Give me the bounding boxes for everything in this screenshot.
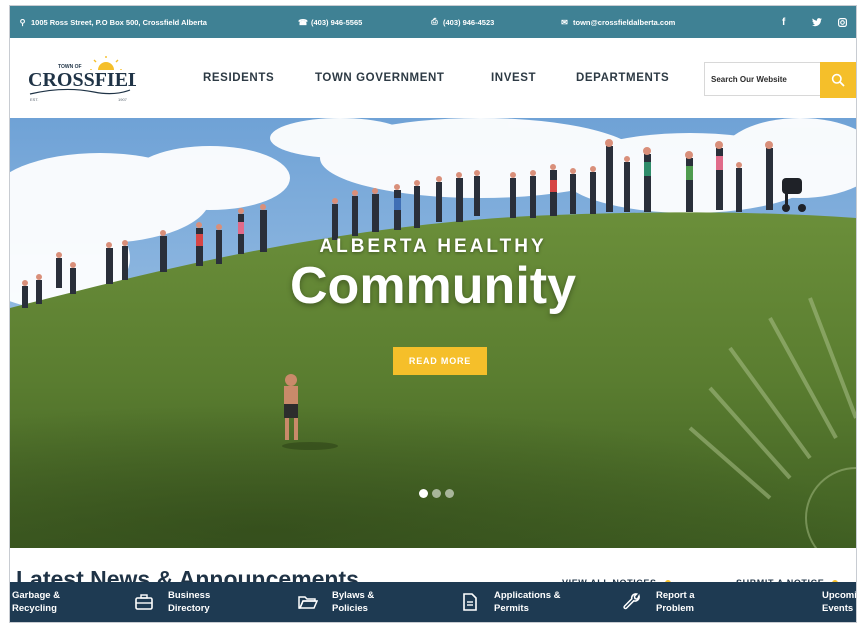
- quick-link-label: Applications & Permits: [494, 590, 561, 614]
- slider-dot-1[interactable]: [419, 489, 428, 498]
- fax-item[interactable]: ⎙ (403) 946-4523: [430, 6, 494, 38]
- nav-town-government[interactable]: TOWN GOVERNMENT: [315, 38, 445, 118]
- svg-text:CROSSFIELD: CROSSFIELD: [28, 69, 136, 91]
- document-icon: [460, 592, 480, 612]
- phone-item[interactable]: ☎ (403) 946-5565: [298, 6, 362, 38]
- phone-icon: ☎: [298, 17, 308, 27]
- quick-link-report-problem[interactable]: Report a Problem: [622, 582, 695, 622]
- site-header: CROSSFIELD TOWN OF EST. 1907 RESIDENTS T…: [10, 38, 856, 119]
- instagram-icon[interactable]: [838, 6, 847, 38]
- slider-dots: [419, 489, 454, 498]
- search-button[interactable]: [820, 62, 856, 98]
- read-more-button[interactable]: READ MORE: [393, 347, 487, 375]
- fax-text[interactable]: (403) 946-4523: [443, 18, 494, 27]
- quick-link-applications[interactable]: Applications & Permits: [460, 582, 561, 622]
- slider-dot-2[interactable]: [432, 489, 441, 498]
- crossfield-logo[interactable]: CROSSFIELD TOWN OF EST. 1907: [24, 55, 156, 102]
- quick-link-garbage[interactable]: Garbage & Recycling: [12, 582, 60, 622]
- twitter-icon[interactable]: [812, 6, 822, 38]
- quick-link-bylaws[interactable]: Bylaws & Policies: [298, 582, 374, 622]
- wrench-icon: [622, 592, 642, 612]
- email-item[interactable]: ✉ town@crossfieldalberta.com: [560, 6, 675, 38]
- quick-link-label: Business Directory: [168, 590, 211, 614]
- map-pin-icon: ⚲: [19, 17, 26, 27]
- browser-frame: ⚲ 1005 Ross Street, P.O Box 500, Crossfi…: [10, 6, 856, 622]
- quick-link-label: Garbage & Recycling: [12, 590, 61, 614]
- email-text[interactable]: town@crossfieldalberta.com: [573, 18, 675, 27]
- top-contact-bar: ⚲ 1005 Ross Street, P.O Box 500, Crossfi…: [10, 6, 856, 38]
- address-item: ⚲ 1005 Ross Street, P.O Box 500, Crossfi…: [18, 6, 207, 38]
- search-box: [704, 62, 856, 98]
- briefcase-icon: [134, 592, 154, 612]
- svg-text:TOWN OF: TOWN OF: [58, 64, 82, 70]
- nav-departments[interactable]: DEPARTMENTS: [576, 38, 669, 118]
- hero-title: Community: [290, 257, 576, 315]
- email-icon: ✉: [561, 17, 568, 27]
- svg-text:1907: 1907: [118, 97, 128, 102]
- search-icon: [831, 73, 845, 87]
- quick-link-label: Report a Problem: [656, 590, 695, 614]
- hero-kicker: ALBERTA HEALTHY: [319, 236, 547, 257]
- quick-link-label: Bylaws & Policies: [332, 590, 375, 614]
- quick-link-upcoming-events[interactable]: Upcoming Events: [822, 582, 856, 622]
- quick-link-label: Upcoming Events: [822, 590, 856, 614]
- facebook-icon[interactable]: f: [782, 6, 785, 38]
- quick-link-business-directory[interactable]: Business Directory: [134, 582, 210, 622]
- hero-image: [10, 118, 856, 548]
- quick-links-bar: Garbage & Recycling Business Directory B…: [10, 582, 856, 622]
- address-text: 1005 Ross Street, P.O Box 500, Crossfiel…: [31, 17, 207, 27]
- nav-invest[interactable]: INVEST: [491, 38, 536, 118]
- hero-slider: ALBERTA HEALTHY Community READ MORE: [10, 118, 856, 548]
- svg-text:EST.: EST.: [30, 97, 38, 102]
- folder-open-icon: [298, 592, 318, 612]
- nav-residents[interactable]: RESIDENTS: [203, 38, 274, 118]
- fax-icon: ⎙: [431, 17, 438, 26]
- search-input[interactable]: [704, 62, 820, 96]
- phone-text[interactable]: (403) 946-5565: [311, 18, 362, 27]
- slider-dot-3[interactable]: [445, 489, 454, 498]
